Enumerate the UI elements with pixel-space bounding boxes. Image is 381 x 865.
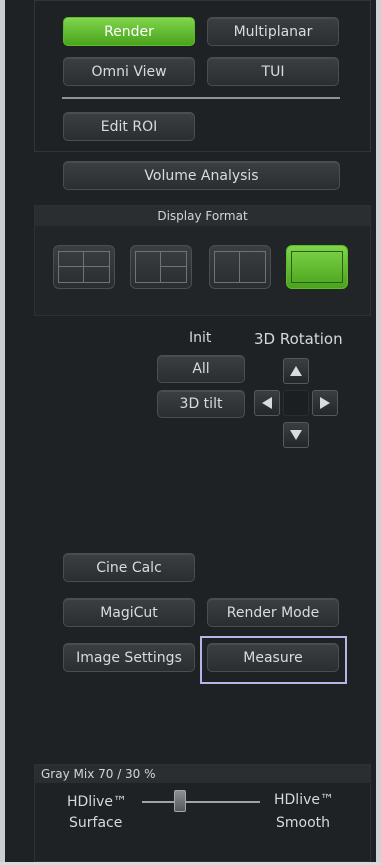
cine-calc-button[interactable]: Cine Calc bbox=[63, 553, 195, 582]
rotate-right-button[interactable] bbox=[312, 390, 338, 416]
3d-rotation-label: 3D Rotation bbox=[254, 330, 343, 348]
measure-button[interactable]: Measure bbox=[207, 643, 339, 672]
format-quad-button[interactable] bbox=[53, 245, 115, 289]
gray-mix-slider-thumb[interactable] bbox=[174, 790, 186, 812]
tui-button[interactable]: TUI bbox=[207, 57, 339, 86]
arrow-up-icon bbox=[290, 366, 302, 376]
format-single-button[interactable] bbox=[286, 245, 348, 289]
volume-analysis-button[interactable]: Volume Analysis bbox=[63, 161, 340, 190]
rotate-down-button[interactable] bbox=[283, 422, 309, 448]
arrow-left-icon bbox=[262, 397, 272, 409]
hdlive-smooth-line1: HDlive™ bbox=[274, 792, 334, 808]
hdlive-surface-line2-label: Surface bbox=[69, 815, 123, 831]
rotate-up-button[interactable] bbox=[283, 358, 309, 384]
format-split-right-button[interactable] bbox=[130, 245, 192, 289]
single-layout-icon bbox=[291, 251, 343, 283]
right-gutter bbox=[376, 0, 381, 865]
gray-mix-title: Gray Mix 70 / 30 % bbox=[35, 765, 370, 783]
rotate-left-button[interactable] bbox=[254, 390, 280, 416]
display-format-title: Display Format bbox=[35, 206, 370, 226]
hdlive-surface-label: HDlive™ Smooth bbox=[66, 792, 128, 812]
left-gutter bbox=[0, 0, 5, 865]
arrow-down-icon bbox=[290, 430, 302, 440]
render-mode-button[interactable]: Render Mode bbox=[207, 598, 339, 627]
arrow-right-icon bbox=[320, 397, 330, 409]
split-right-layout-icon bbox=[135, 251, 187, 283]
dual-layout-icon bbox=[214, 251, 266, 283]
init-label: Init bbox=[189, 330, 212, 346]
render-button[interactable]: Render bbox=[63, 17, 195, 46]
omni-view-button[interactable]: Omni View bbox=[63, 57, 195, 86]
hdlive-surface-line1: HDlive™ bbox=[67, 794, 127, 810]
image-settings-button[interactable]: Image Settings bbox=[63, 643, 195, 672]
gray-mix-section: Gray Mix 70 / 30 % bbox=[34, 764, 371, 862]
magicut-button[interactable]: MagiCut bbox=[63, 598, 195, 627]
init-3d-tilt-button[interactable]: 3D tilt bbox=[157, 390, 245, 418]
format-dual-button[interactable] bbox=[209, 245, 271, 289]
quad-layout-icon bbox=[58, 251, 110, 283]
rotate-center bbox=[283, 390, 309, 416]
hdlive-smooth-line2: Smooth bbox=[276, 815, 331, 831]
edit-roi-button[interactable]: Edit ROI bbox=[63, 112, 195, 141]
gray-mix-slider-track[interactable] bbox=[142, 801, 260, 803]
multiplanar-button[interactable]: Multiplanar bbox=[207, 17, 339, 46]
group-divider bbox=[62, 97, 340, 99]
init-all-button[interactable]: All bbox=[157, 355, 245, 383]
